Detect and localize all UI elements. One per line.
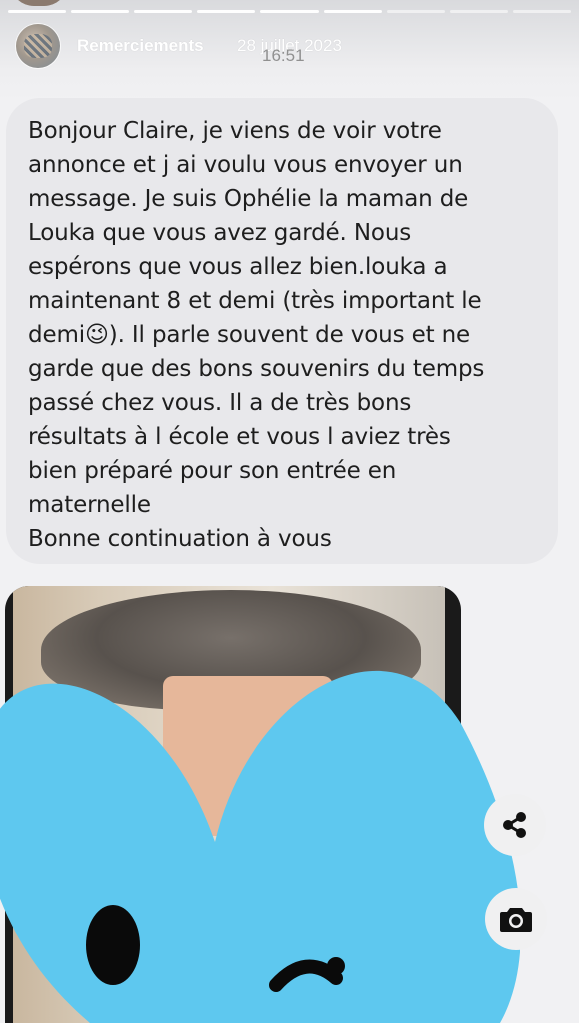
progress-segment <box>134 10 193 13</box>
story-username[interactable]: Remerciements <box>77 36 204 56</box>
message-text: Bonjour Claire, je viens de voir votre a… <box>28 118 485 552</box>
status-bar-time: 16:51 <box>262 46 305 65</box>
progress-segment <box>386 10 445 13</box>
share-button[interactable] <box>484 794 546 856</box>
avatar-image <box>24 34 52 58</box>
camera-button[interactable] <box>485 888 547 950</box>
message-bubble: Bonjour Claire, je viens de voir votre a… <box>6 98 558 564</box>
progress-segment <box>8 10 67 13</box>
heart-sticker <box>0 670 520 1023</box>
sticker-eye-icon <box>86 905 140 985</box>
progress-segment <box>323 10 382 13</box>
sticker-dimple <box>327 957 345 975</box>
heart-shape <box>0 670 520 1023</box>
progress-segment <box>197 10 256 13</box>
share-icon <box>503 812 526 838</box>
progress-segment <box>71 10 130 13</box>
story-progress-bar <box>8 10 571 13</box>
progress-segment <box>449 10 508 13</box>
camera-icon <box>500 908 532 932</box>
progress-segment <box>260 10 319 13</box>
progress-segment <box>512 10 571 13</box>
avatar[interactable] <box>16 24 60 68</box>
